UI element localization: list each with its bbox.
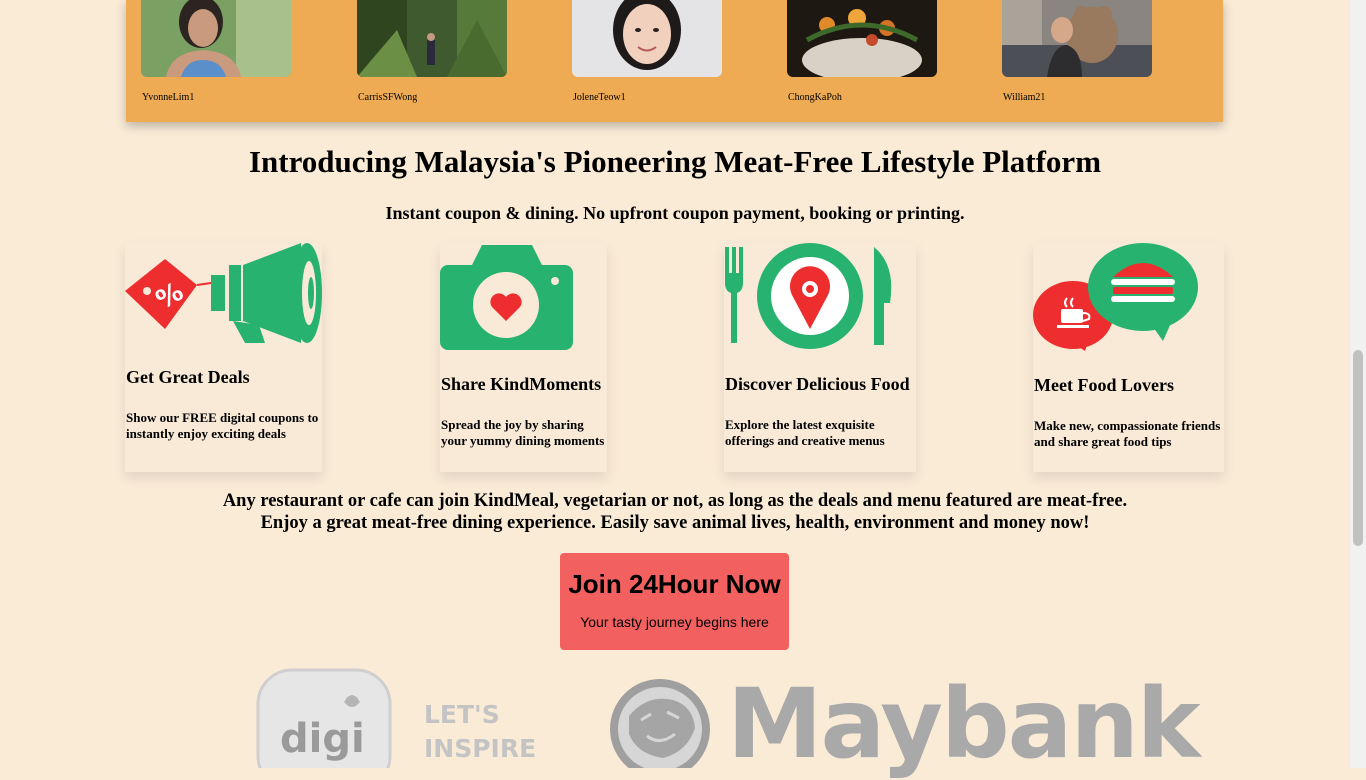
- join-now-subtitle[interactable]: Your tasty journey begins here: [560, 614, 789, 630]
- join-now-title[interactable]: Join 24Hour Now: [560, 569, 789, 600]
- megaphone-coupon-icon: %: [125, 243, 322, 343]
- feature-title: Share KindMoments: [441, 374, 602, 394]
- member-photo[interactable]: [357, 0, 507, 77]
- digi-slogan-line-1: LET'S: [424, 700, 500, 729]
- feature-description: Make new, compassionate friends and shar…: [1034, 418, 1221, 449]
- feature-title: Get Great Deals: [126, 367, 250, 387]
- featured-members-strip: YvonneLim1 CarrisSFWong JoleneTeow1 Chon…: [126, 0, 1223, 122]
- intro-title: Introducing Malaysia's Pioneering Meat-F…: [248, 144, 1102, 179]
- feature-description: Explore the latest exquisite offerings a…: [725, 417, 885, 448]
- member-photo[interactable]: [1002, 0, 1152, 77]
- member-photo[interactable]: [787, 0, 937, 77]
- feature-card-deals: % Get Great Deals Show our FREE digital …: [125, 243, 322, 472]
- feature-title: Meet Food Lovers: [1034, 375, 1174, 395]
- member-name[interactable]: JoleneTeow1: [573, 92, 626, 103]
- member-card[interactable]: CarrisSFWong: [357, 0, 507, 103]
- member-photo[interactable]: [572, 0, 722, 77]
- feature-card-meet: Meet Food Lovers Make new, compassionate…: [1033, 243, 1224, 472]
- join-now-button[interactable]: Join 24Hour Now Your tasty journey begin…: [560, 553, 789, 650]
- maybank-wordmark: Maybank: [727, 668, 1201, 780]
- digi-slogan: LET'S INSPIRE: [424, 698, 536, 766]
- intro-subtitle: Instant coupon & dining. No upfront coup…: [385, 203, 965, 223]
- member-name[interactable]: CarrisSFWong: [358, 92, 417, 103]
- member-name[interactable]: William21: [1003, 92, 1045, 103]
- member-name[interactable]: YvonneLim1: [142, 92, 194, 103]
- feature-title: Discover Delicious Food: [725, 374, 910, 394]
- feature-card-share: Share KindMoments Spread the joy by shar…: [440, 243, 607, 472]
- tagline-line-2: Enjoy a great meat-free dining experienc…: [260, 513, 1090, 533]
- camera-heart-icon: [440, 245, 573, 350]
- chat-bubbles-food-icon: [1033, 243, 1198, 351]
- plate-location-icon: [725, 243, 892, 349]
- feature-description: Show our FREE digital coupons to instant…: [126, 410, 319, 441]
- page-scrollbar[interactable]: [1350, 0, 1366, 768]
- maybank-tiger-emblem: [610, 679, 710, 768]
- feature-description: Spread the joy by sharing your yummy din…: [441, 417, 605, 448]
- member-card[interactable]: ChongKaPoh: [787, 0, 937, 103]
- scrollbar-thumb[interactable]: [1353, 350, 1363, 546]
- feature-card-discover: Discover Delicious Food Explore the late…: [724, 243, 916, 472]
- member-card[interactable]: JoleneTeow1: [572, 0, 722, 103]
- digi-wordmark: digi: [280, 716, 365, 762]
- digi-slogan-line-2: INSPIRE: [424, 734, 537, 763]
- member-card[interactable]: William21: [1002, 0, 1152, 103]
- member-photo[interactable]: [141, 0, 291, 77]
- member-name[interactable]: ChongKaPoh: [788, 92, 842, 103]
- tagline-line-1: Any restaurant or cafe can join KindMeal…: [222, 491, 1128, 511]
- member-card[interactable]: YvonneLim1: [141, 0, 291, 103]
